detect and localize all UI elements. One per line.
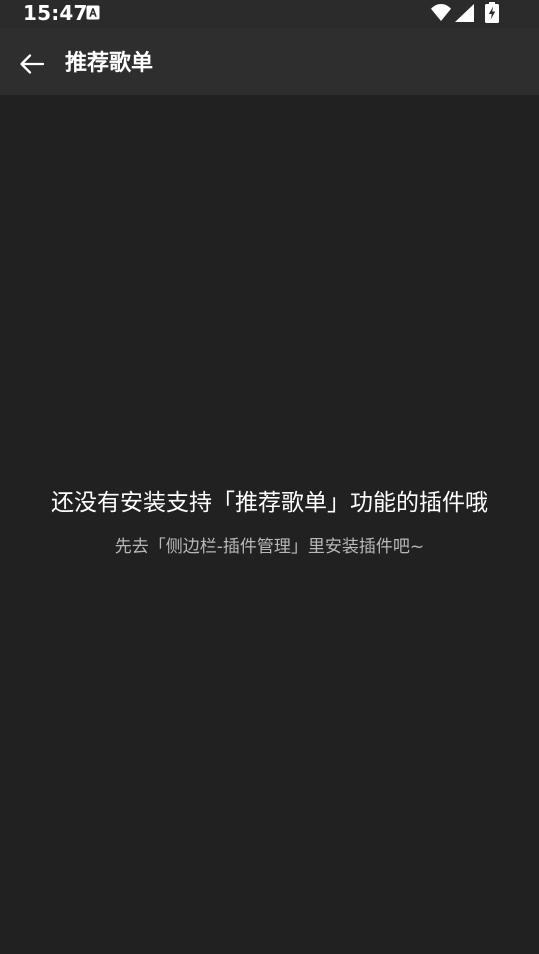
signal-icon [455, 4, 474, 22]
a-notification-icon [86, 5, 100, 20]
status-bar: 15:47 [0, 0, 539, 28]
status-time: 15:47 [23, 1, 88, 25]
phone-screen: 15:47 推荐歌单 还没有安装支持「推荐歌单」功能的插件哦 先去「侧边栏-插件… [0, 0, 539, 954]
empty-state-subtitle: 先去「侧边栏-插件管理」里安装插件吧~ [114, 537, 425, 557]
battery-charging-icon [485, 2, 499, 23]
page-title: 推荐歌单 [65, 51, 154, 76]
back-button[interactable] [10, 42, 54, 86]
top-app-bar: 推荐歌单 [0, 28, 539, 95]
arrow-left-icon [20, 54, 45, 74]
empty-state-title: 还没有安装支持「推荐歌单」功能的插件哦 [51, 490, 488, 516]
wifi-icon [431, 4, 451, 21]
empty-content-area: 还没有安装支持「推荐歌单」功能的插件哦 先去「侧边栏-插件管理」里安装插件吧~ [0, 95, 539, 954]
